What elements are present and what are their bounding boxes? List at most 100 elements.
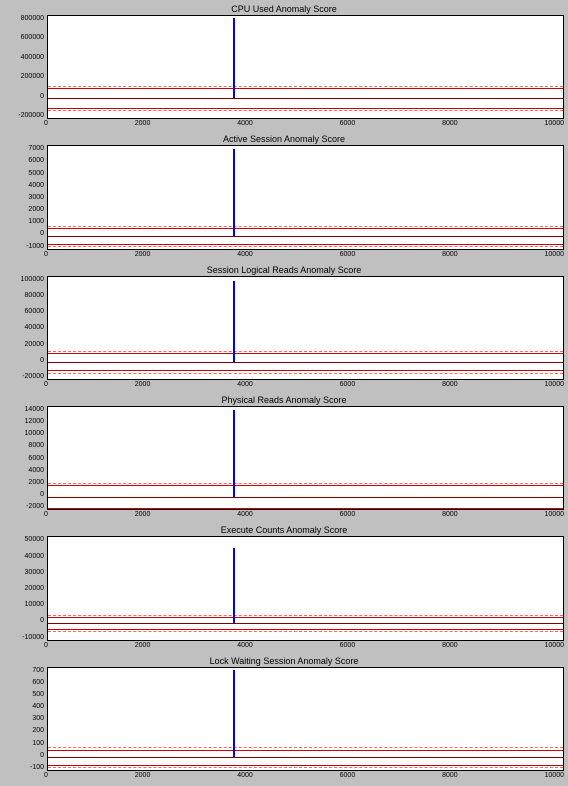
- y-tick: 6000: [4, 455, 44, 462]
- plot-area: [47, 406, 564, 510]
- y-tick: 80000: [4, 292, 44, 299]
- chart-3: Physical Reads Anomaly Score140001200010…: [4, 395, 564, 521]
- y-axis: 7006005004003002001000-100: [4, 667, 47, 771]
- y-tick: 6000: [4, 157, 44, 164]
- threshold-lower: [48, 508, 563, 509]
- plot-area: [47, 145, 564, 249]
- y-tick: 1000: [4, 218, 44, 225]
- chart-1: Active Session Anomaly Score700060005000…: [4, 134, 564, 260]
- y-tick: 50000: [4, 536, 44, 543]
- y-tick: 200: [4, 727, 44, 734]
- x-tick: 8000: [442, 251, 458, 261]
- y-tick: 0: [4, 357, 44, 364]
- y-tick: 20000: [4, 341, 44, 348]
- y-tick: 2000: [4, 206, 44, 213]
- chart-2: Session Logical Reads Anomaly Score10000…: [4, 265, 564, 391]
- x-tick: 8000: [442, 511, 458, 521]
- y-tick: 4000: [4, 467, 44, 474]
- threshold-lower: [48, 244, 563, 245]
- x-tick: 0: [44, 772, 48, 782]
- x-tick: 2000: [135, 381, 151, 391]
- zero-line: [48, 98, 563, 99]
- y-tick: 8000: [4, 442, 44, 449]
- chart-body: 14000120001000080006000400020000-2000: [4, 406, 564, 510]
- chart-4: Execute Counts Anomaly Score500004000030…: [4, 525, 564, 651]
- y-tick: 0: [4, 617, 44, 624]
- y-tick: 700: [4, 667, 44, 674]
- y-tick: 200000: [4, 73, 44, 80]
- y-tick: 600000: [4, 34, 44, 41]
- x-tick: 10000: [545, 772, 564, 782]
- y-tick: 300: [4, 715, 44, 722]
- chart-5: Lock Waiting Session Anomaly Score700600…: [4, 656, 564, 782]
- y-tick: 0: [4, 491, 44, 498]
- threshold-upper: [48, 228, 563, 229]
- x-tick: 2000: [135, 511, 151, 521]
- threshold-upper: [48, 353, 563, 354]
- y-axis: 8000006000004000002000000-200000: [4, 15, 47, 119]
- y-tick: 40000: [4, 553, 44, 560]
- threshold-upper: [48, 88, 563, 89]
- threshold-upper-dash: [48, 351, 563, 352]
- x-tick: 2000: [135, 120, 151, 130]
- x-tick: 4000: [237, 251, 253, 261]
- zero-line: [48, 497, 563, 498]
- zero-line: [48, 623, 563, 624]
- y-tick: 40000: [4, 324, 44, 331]
- y-tick: 400000: [4, 54, 44, 61]
- anomaly-spike: [233, 18, 235, 98]
- y-tick: 3000: [4, 194, 44, 201]
- chart-title: Session Logical Reads Anomaly Score: [4, 265, 564, 275]
- chart-title: Physical Reads Anomaly Score: [4, 395, 564, 405]
- plot-area: [47, 276, 564, 380]
- threshold-lower-dash: [48, 767, 563, 768]
- y-tick: 0: [4, 93, 44, 100]
- x-tick: 0: [44, 642, 48, 652]
- chart-body: 7006005004003002001000-100: [4, 667, 564, 771]
- y-tick: -20000: [4, 373, 44, 380]
- y-tick: 10000: [4, 601, 44, 608]
- x-tick: 0: [44, 120, 48, 130]
- x-tick: 10000: [545, 381, 564, 391]
- x-tick: 8000: [442, 120, 458, 130]
- threshold-upper-dash: [48, 747, 563, 748]
- y-tick: 60000: [4, 308, 44, 315]
- threshold-lower: [48, 629, 563, 630]
- zero-line: [48, 362, 563, 363]
- x-tick: 0: [44, 251, 48, 261]
- plot-area: [47, 667, 564, 771]
- chart-body: 50000400003000020000100000-10000: [4, 536, 564, 640]
- x-tick: 6000: [340, 251, 356, 261]
- threshold-upper: [48, 485, 563, 486]
- x-tick: 2000: [135, 251, 151, 261]
- x-tick: 6000: [340, 642, 356, 652]
- y-tick: 12000: [4, 418, 44, 425]
- x-axis: 0200040006000800010000: [44, 771, 564, 782]
- x-tick: 2000: [135, 642, 151, 652]
- threshold-upper: [48, 750, 563, 751]
- x-tick: 6000: [340, 381, 356, 391]
- threshold-lower-dash: [48, 246, 563, 247]
- charts-container: CPU Used Anomaly Score800000600000400000…: [0, 0, 568, 786]
- x-tick: 8000: [442, 642, 458, 652]
- y-tick: 2000: [4, 479, 44, 486]
- y-tick: 100000: [4, 276, 44, 283]
- x-axis: 0200040006000800010000: [44, 119, 564, 130]
- y-axis: 100000 80000 60000 40000 20000 0 -20000: [4, 276, 47, 380]
- y-tick: 20000: [4, 585, 44, 592]
- x-tick: 6000: [340, 772, 356, 782]
- y-tick: 14000: [4, 406, 44, 413]
- x-tick: 0: [44, 381, 48, 391]
- threshold-lower-dash: [48, 110, 563, 111]
- threshold-upper-dash: [48, 86, 563, 87]
- y-tick: 7000: [4, 145, 44, 152]
- x-tick: 8000: [442, 381, 458, 391]
- x-tick: 6000: [340, 120, 356, 130]
- chart-body: 8000006000004000002000000-200000: [4, 15, 564, 119]
- y-axis: 14000120001000080006000400020000-2000: [4, 406, 47, 510]
- x-tick: 4000: [237, 511, 253, 521]
- x-tick: 0: [44, 511, 48, 521]
- x-axis: 0200040006000800010000: [44, 380, 564, 391]
- y-tick: 0: [4, 752, 44, 759]
- threshold-upper-dash: [48, 615, 563, 616]
